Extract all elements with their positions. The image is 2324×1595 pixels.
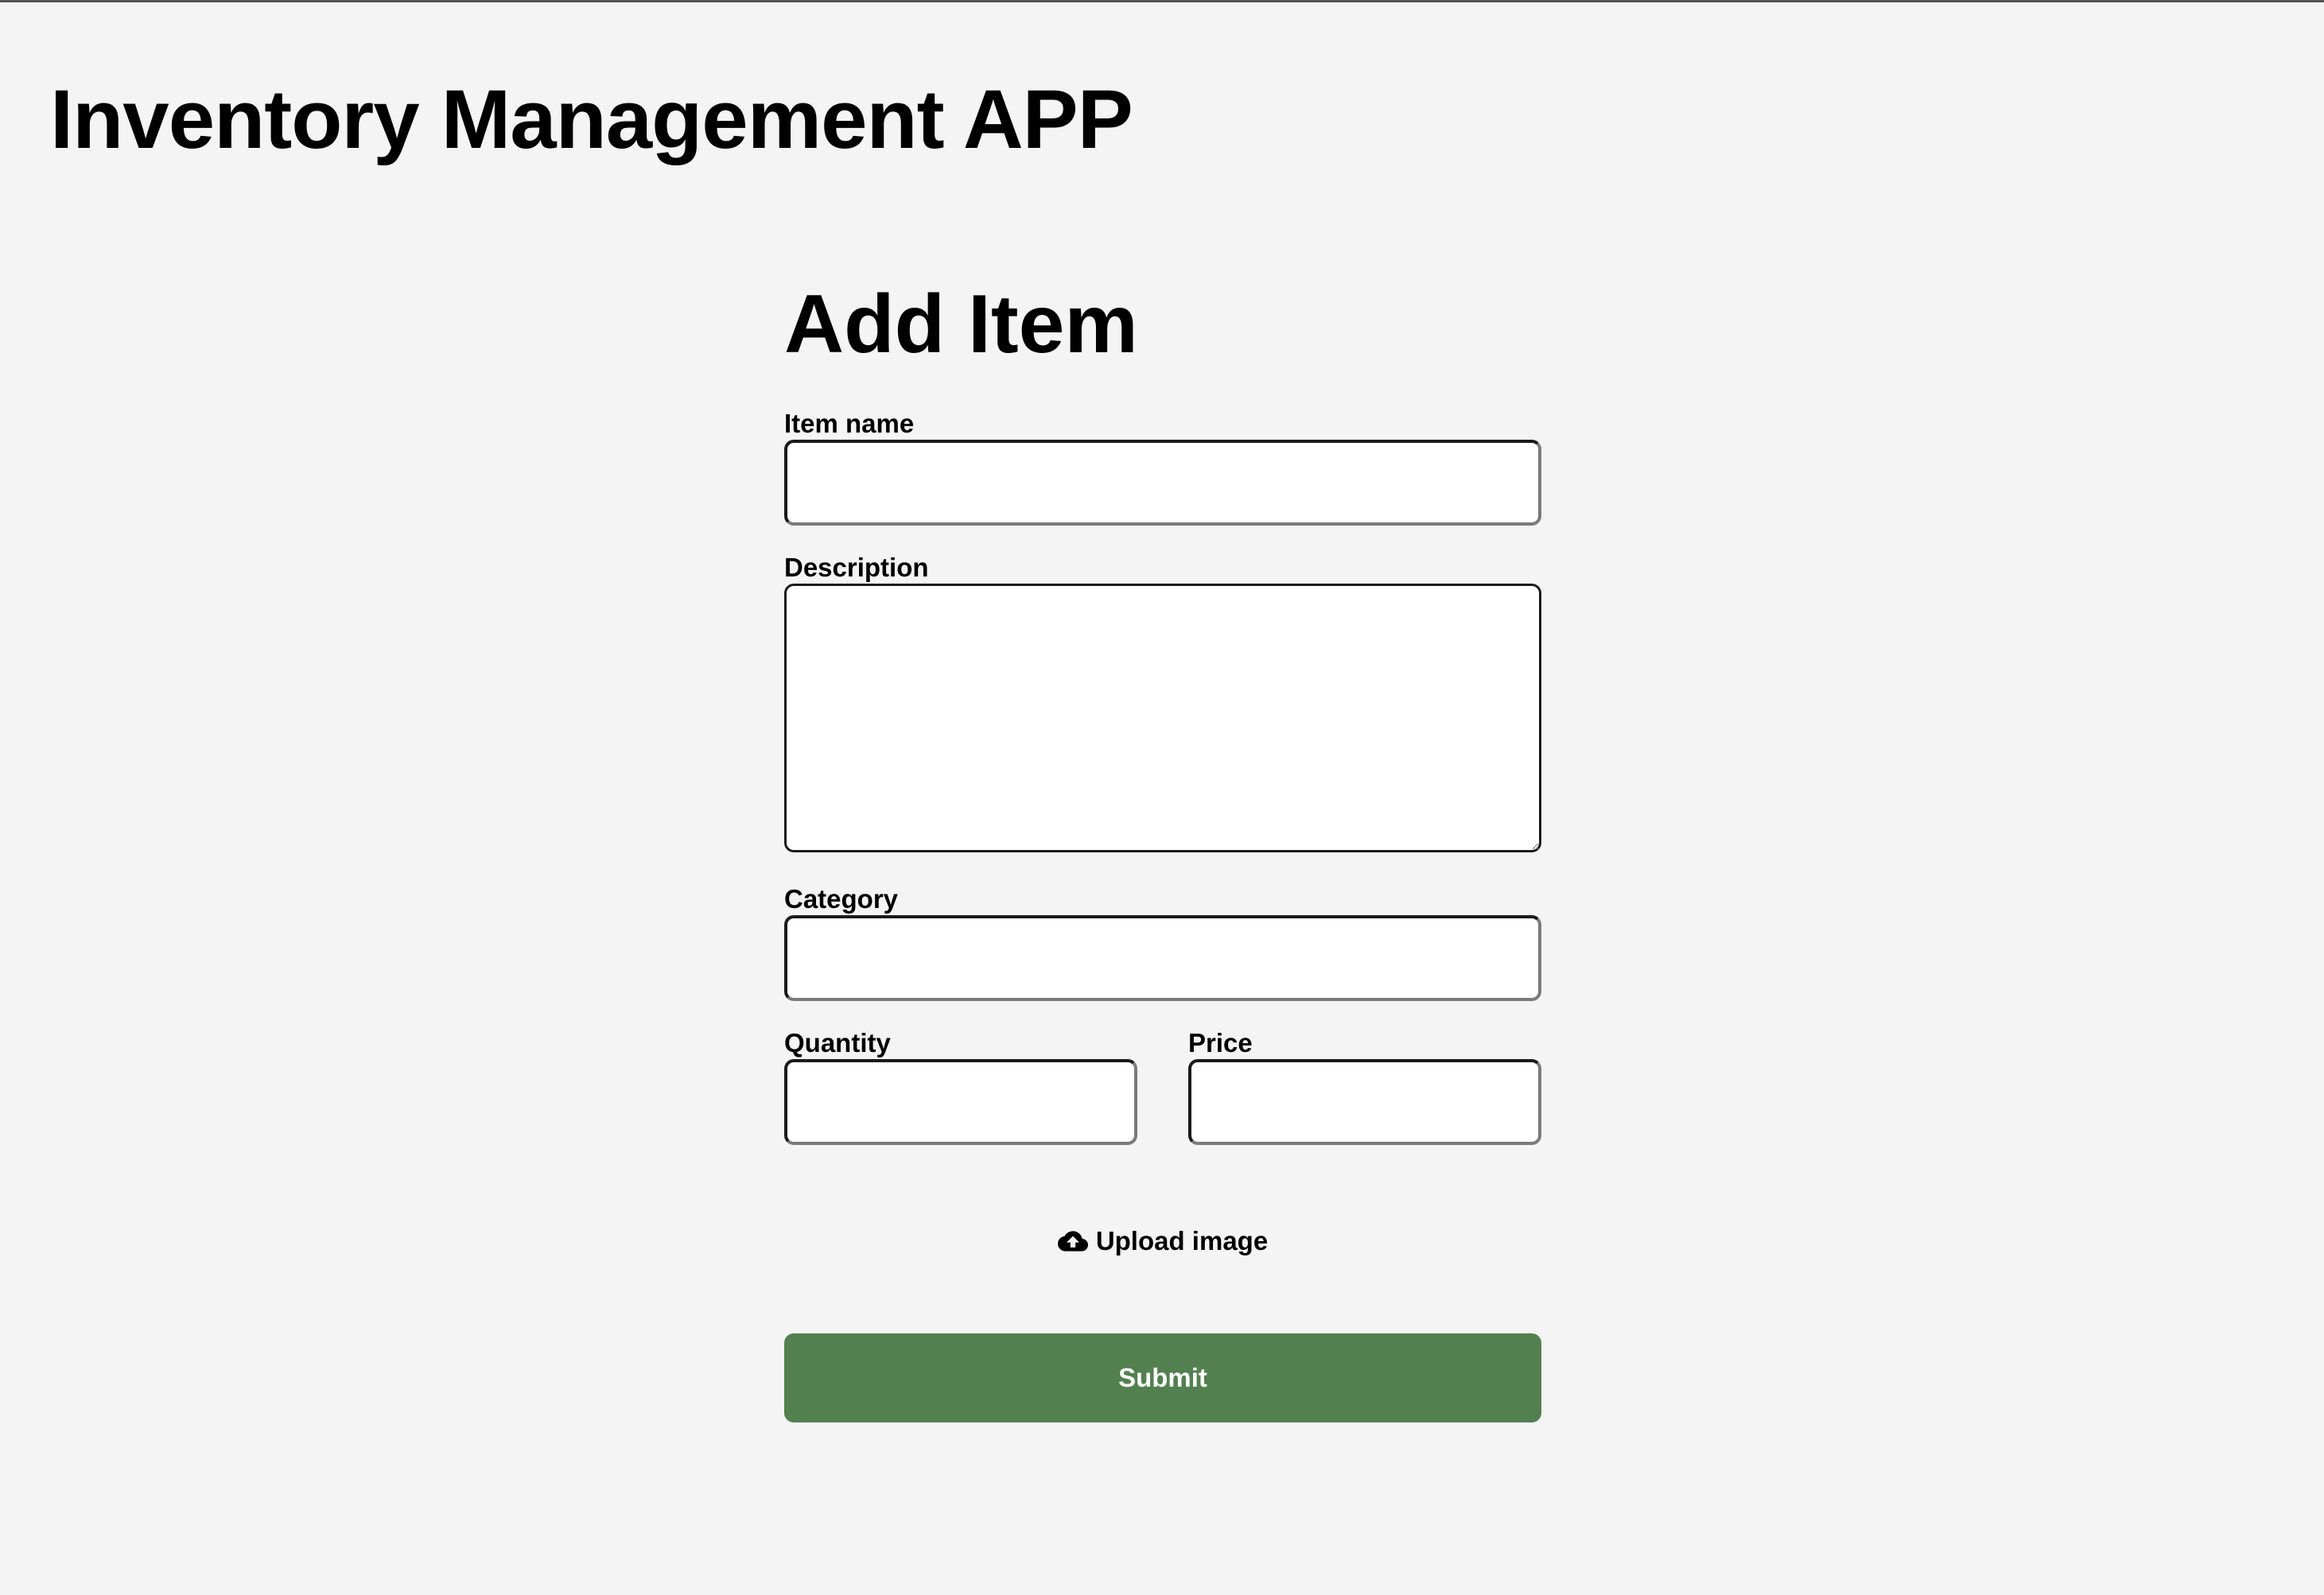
add-item-form: Add Item Item name Description Category … [784,273,1541,1422]
upload-image-button[interactable]: Upload image [784,1217,1541,1265]
cloud-upload-icon [1057,1226,1088,1256]
description-textarea[interactable] [784,584,1541,852]
description-label: Description [784,553,929,582]
price-input[interactable] [1188,1059,1541,1145]
quantity-label: Quantity [784,1028,891,1058]
submit-button[interactable]: Submit [784,1333,1541,1422]
form-title: Add Item [784,278,1138,371]
price-label: Price [1188,1028,1253,1058]
category-input[interactable] [784,915,1541,1001]
item-name-label: Item name [784,409,915,438]
upload-image-label: Upload image [1095,1226,1269,1255]
category-label: Category [784,884,899,914]
app-title: Inventory Management APP [50,73,1133,166]
item-name-input[interactable] [784,440,1541,526]
quantity-input[interactable] [784,1059,1137,1145]
